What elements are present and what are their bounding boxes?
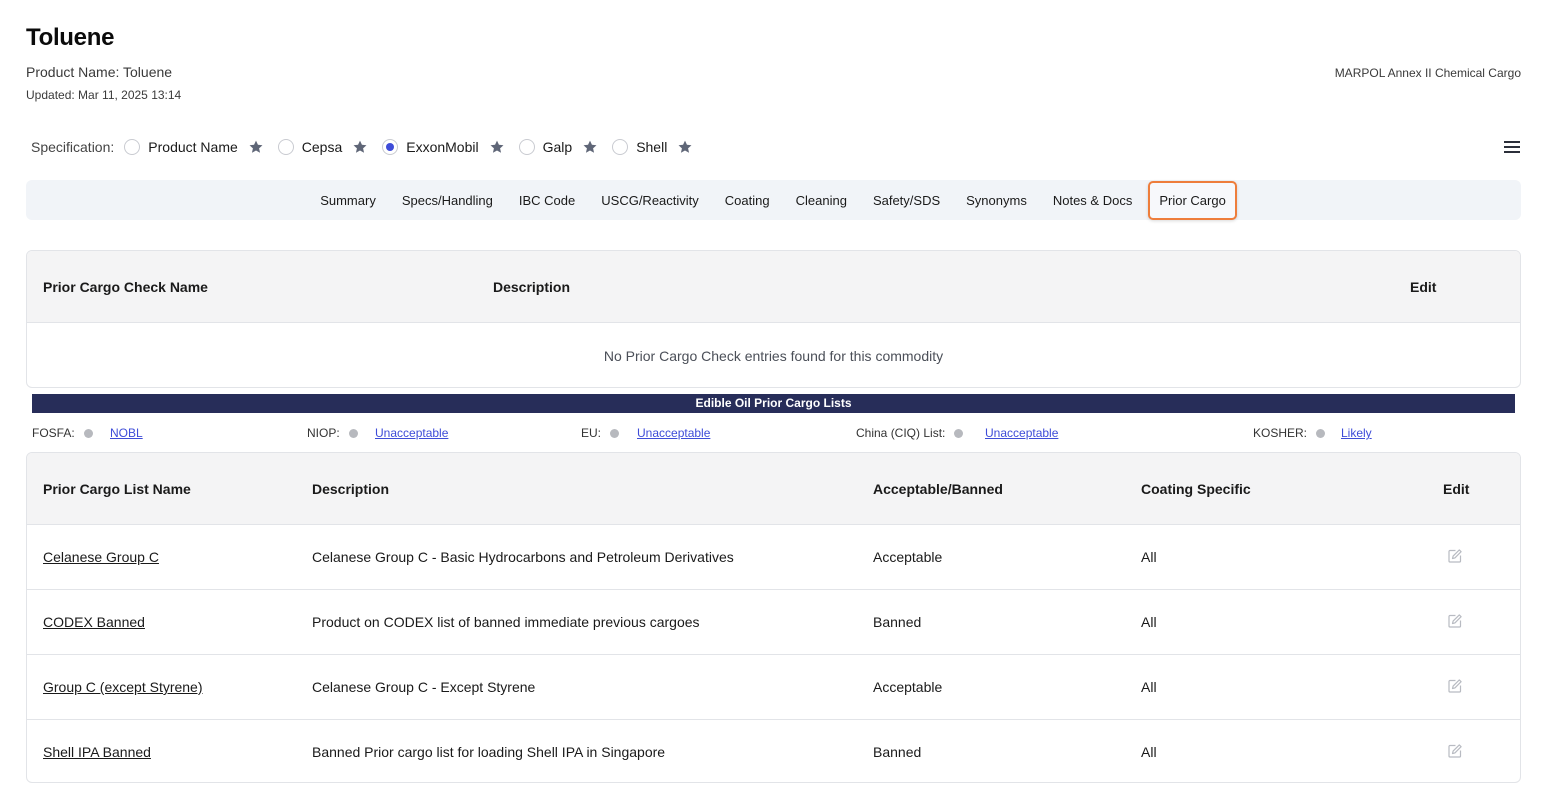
spec-option-label: Cepsa <box>301 139 343 155</box>
status-dot-icon <box>83 428 93 438</box>
column-header-edit: Edit <box>1410 279 1437 295</box>
tab-bar: Summary Specs/Handling IBC Code USCG/Rea… <box>26 180 1521 220</box>
row-acceptable-status: Banned <box>873 614 922 630</box>
spec-option-shell[interactable]: Shell <box>612 139 693 155</box>
edible-oil-link-china[interactable]: Unacceptable <box>985 426 1058 440</box>
tab-safety-sds[interactable]: Safety/SDS <box>863 185 950 216</box>
column-header-coating-specific[interactable]: Coating Specific <box>1141 481 1251 497</box>
specification-label: Specification: <box>31 139 115 155</box>
edit-icon[interactable] <box>1447 678 1463 694</box>
hamburger-menu-icon[interactable] <box>1503 138 1521 156</box>
edit-icon[interactable] <box>1447 743 1463 759</box>
table-header: Prior Cargo List Name Description Accept… <box>27 453 1520 525</box>
radio-button[interactable] <box>518 139 535 155</box>
edible-oil-link-fosfa[interactable]: NOBL <box>110 426 143 440</box>
edible-oil-link-niop[interactable]: Unacceptable <box>375 426 448 440</box>
prior-cargo-lists-table: Prior Cargo List Name Description Accept… <box>26 452 1521 783</box>
edible-oil-link-eu[interactable]: Unacceptable <box>637 426 710 440</box>
radio-button[interactable] <box>124 139 141 155</box>
spec-option-exxonmobil[interactable]: ExxonMobil <box>382 139 504 155</box>
status-dot-icon <box>610 428 620 438</box>
product-name-label: Product Name: Toluene <box>26 64 173 80</box>
tab-synonyms[interactable]: Synonyms <box>956 185 1037 216</box>
edible-oil-banner: Edible Oil Prior Cargo Lists <box>32 394 1515 413</box>
edible-oil-label: FOSFA: <box>32 426 75 440</box>
edible-oil-item-fosfa: FOSFA: <box>32 426 93 440</box>
edible-oil-label: China (CIQ) List: <box>856 426 946 440</box>
radio-button-selected[interactable] <box>382 139 399 155</box>
edible-oil-item-kosher: KOSHER: <box>1253 426 1326 440</box>
table-row: Group C (except Styrene) Celanese Group … <box>27 655 1520 720</box>
prior-cargo-list-link[interactable]: Group C (except Styrene) <box>43 679 203 695</box>
tab-coating[interactable]: Coating <box>715 185 780 216</box>
prior-cargo-list-link[interactable]: Celanese Group C <box>43 549 159 565</box>
spec-option-label: Product Name <box>148 139 238 155</box>
cargo-classification: MARPOL Annex II Chemical Cargo <box>1334 66 1521 80</box>
status-dot-icon <box>348 428 358 438</box>
row-acceptable-status: Acceptable <box>873 679 943 695</box>
column-header-edit: Edit <box>1443 481 1470 497</box>
row-coating-specific: All <box>1141 679 1157 695</box>
tab-summary[interactable]: Summary <box>310 185 386 216</box>
row-description: Celanese Group C - Basic Hydrocarbons an… <box>312 549 734 565</box>
edit-icon[interactable] <box>1447 613 1463 629</box>
tab-notes-docs[interactable]: Notes & Docs <box>1043 185 1142 216</box>
tab-ibc-code[interactable]: IBC Code <box>509 185 585 216</box>
edible-oil-item-niop: NIOP: <box>307 426 358 440</box>
row-coating-specific: All <box>1141 549 1157 565</box>
table-row: Celanese Group C Celanese Group C - Basi… <box>27 525 1520 590</box>
column-header-description[interactable]: Description <box>493 279 570 295</box>
row-acceptable-status: Banned <box>873 744 922 760</box>
table-row: CODEX Banned Product on CODEX list of ba… <box>27 590 1520 655</box>
star-icon[interactable] <box>489 139 505 155</box>
column-header-list-name[interactable]: Prior Cargo List Name <box>43 481 191 497</box>
row-description: Banned Prior cargo list for loading Shel… <box>312 744 666 760</box>
tab-uscg-reactivity[interactable]: USCG/Reactivity <box>591 185 709 216</box>
row-acceptable-status: Acceptable <box>873 549 943 565</box>
prior-cargo-list-link[interactable]: Shell IPA Banned <box>43 744 151 760</box>
spec-option-label: Shell <box>636 139 668 155</box>
edible-oil-label: NIOP: <box>307 426 340 440</box>
row-description: Product on CODEX list of banned immediat… <box>312 614 700 630</box>
specification-selector: Specification: Product Name Cepsa ExxonM… <box>31 136 1521 158</box>
updated-timestamp: Updated: Mar 11, 2025 13:14 <box>26 88 182 102</box>
table-header: Prior Cargo Check Name Description Edit <box>27 251 1520 323</box>
spec-option-label: Galp <box>542 139 573 155</box>
radio-button[interactable] <box>612 139 629 155</box>
row-coating-specific: All <box>1141 744 1157 760</box>
prior-cargo-check-table: Prior Cargo Check Name Description Edit … <box>26 250 1521 388</box>
star-icon[interactable] <box>677 139 693 155</box>
spec-option-cepsa[interactable]: Cepsa <box>277 139 368 155</box>
edible-oil-label: EU: <box>581 426 602 440</box>
edible-oil-status-row: FOSFA: NOBL NIOP: Unacceptable EU: Unacc… <box>32 426 1515 442</box>
page-header: Toluene Product Name: Toluene Updated: M… <box>26 24 1521 102</box>
edible-oil-item-china: China (CIQ) List: <box>856 426 964 440</box>
table-row: Shell IPA Banned Banned Prior cargo list… <box>27 720 1520 782</box>
column-header-description[interactable]: Description <box>312 481 389 497</box>
star-icon[interactable] <box>248 139 264 155</box>
edit-icon[interactable] <box>1447 548 1463 564</box>
row-coating-specific: All <box>1141 614 1157 630</box>
column-header-acceptable-banned[interactable]: Acceptable/Banned <box>873 481 1003 497</box>
column-header-check-name[interactable]: Prior Cargo Check Name <box>43 279 208 295</box>
spec-option-product-name[interactable]: Product Name <box>124 139 263 155</box>
spec-option-galp[interactable]: Galp <box>518 139 599 155</box>
star-icon[interactable] <box>582 139 598 155</box>
row-description: Celanese Group C - Except Styrene <box>312 679 536 695</box>
page-title: Toluene <box>26 24 115 51</box>
status-dot-icon <box>1316 428 1326 438</box>
edible-oil-item-eu: EU: <box>581 426 620 440</box>
tab-specs-handling[interactable]: Specs/Handling <box>392 185 503 216</box>
edible-oil-link-kosher[interactable]: Likely <box>1341 426 1372 440</box>
tab-prior-cargo[interactable]: Prior Cargo <box>1148 180 1237 220</box>
spec-option-label: ExxonMobil <box>406 139 479 155</box>
prior-cargo-list-link[interactable]: CODEX Banned <box>43 614 145 630</box>
star-icon[interactable] <box>352 139 368 155</box>
tab-cleaning[interactable]: Cleaning <box>786 185 857 216</box>
empty-state-message: No Prior Cargo Check entries found for t… <box>603 348 944 364</box>
edible-oil-label: KOSHER: <box>1253 426 1308 440</box>
radio-button[interactable] <box>277 139 294 155</box>
status-dot-icon <box>954 428 964 438</box>
